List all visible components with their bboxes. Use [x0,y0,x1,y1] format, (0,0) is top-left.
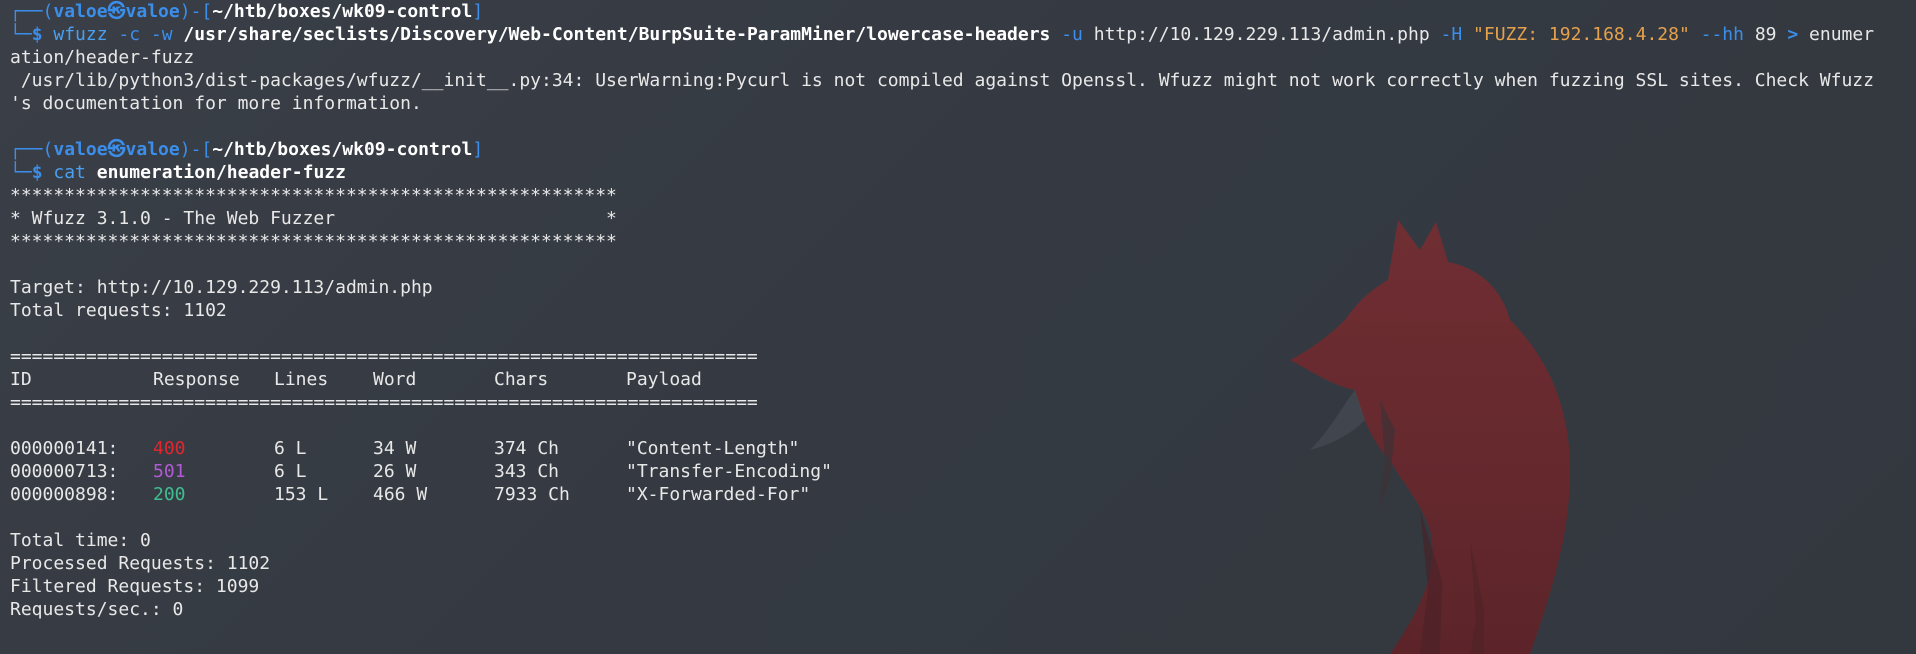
row-id: 000000898: [10,484,119,505]
table-separator-top: ========================================… [10,346,758,367]
command-binary: cat [53,162,86,183]
prompt-sep: )-[ [179,1,213,22]
col-word: Word [373,369,417,390]
summary-rate: Requests/sec.: 0 [10,599,184,620]
col-lines: Lines [274,369,329,390]
command-line-1: └─$ wfuzz -c -w /usr/share/seclists/Disc… [10,23,1874,46]
warning-line-1: /usr/lib/python3/dist-packages/wfuzz/__i… [10,70,1874,91]
prompt-corner: ┌──( [10,1,54,22]
banner-stars-top: ****************************************… [10,185,617,206]
row-response: 501 [153,461,186,482]
summary-filtered: Filtered Requests: 1099 [10,576,260,597]
command-file: enumeration/header-fuzz [96,162,346,183]
prompt-line-2: ┌──(valoe㉿valoe)-[~/htb/boxes/wk09-contr… [10,138,483,161]
command-url: http://10.129.229.113/admin.php [1093,24,1430,45]
prompt-dollar: $ [31,162,54,183]
command-flag-hh: --hh [1689,24,1755,45]
prompt-path: ~/htb/boxes/wk09-control [212,1,473,22]
col-chars: Chars [494,369,549,390]
prompt-skull-icon: ㉿ [107,139,126,160]
row-payload: "Transfer-Encoding" [626,461,832,482]
prompt-host: valoe [125,1,180,22]
row-response: 200 [153,484,186,505]
row-chars: 343 Ch [494,461,560,482]
command-wordlist: /usr/share/seclists/Discovery/Web-Conten… [183,24,1051,45]
warning-line-2: 's documentation for more information. [10,93,422,114]
command-redirect: > [1776,24,1810,45]
command-line-1-wrap: ation/header-fuzz [10,46,194,69]
summary-total-time: Total time: 0 [10,530,151,551]
row-word: 466 W [373,484,428,505]
row-payload: "Content-Length" [626,438,800,459]
prompt-user: valoe [53,1,108,22]
prompt-sep: )-[ [179,139,213,160]
command-flag-h: -H [1429,24,1474,45]
banner-stars-bottom: ****************************************… [10,231,617,252]
col-payload: Payload [626,369,702,390]
row-lines: 6 L [274,461,307,482]
prompt-line-1: ┌──(valoe㉿valoe)-[~/htb/boxes/wk09-contr… [10,0,483,23]
row-response: 400 [153,438,186,459]
row-word: 34 W [373,438,417,459]
row-word: 26 W [373,461,417,482]
row-payload: "X-Forwarded-For" [626,484,811,505]
command-outfile: enumer [1809,24,1875,45]
target-line: Target: http://10.129.229.113/admin.php [10,277,433,298]
command-outfile-wrap: ation/header-fuzz [10,47,195,68]
prompt-corner: ┌──( [10,139,54,160]
row-id: 000000141: [10,438,119,459]
banner-title: * Wfuzz 3.1.0 - The Web Fuzzer * [10,208,617,229]
prompt-close: ] [472,139,484,160]
row-lines: 153 L [274,484,329,505]
prompt-corner-bottom: └─ [10,162,32,183]
row-chars: 7933 Ch [494,484,570,505]
prompt-skull-icon: ㉿ [107,1,126,22]
command-binary: wfuzz [53,24,108,45]
prompt-user: valoe [53,139,108,160]
prompt-host: valoe [125,139,180,160]
table-separator-bottom: ========================================… [10,392,758,413]
terminal-window[interactable]: ┌──(valoe㉿valoe)-[~/htb/boxes/wk09-contr… [10,0,1910,654]
command-hh-value: 89 [1754,24,1777,45]
prompt-path: ~/htb/boxes/wk09-control [212,139,473,160]
col-response: Response [153,369,240,390]
summary-processed: Processed Requests: 1102 [10,553,271,574]
prompt-close: ] [472,1,484,22]
command-header: "FUZZ: 192.168.4.28" [1473,24,1690,45]
row-id: 000000713: [10,461,119,482]
total-requests-line: Total requests: 1102 [10,300,227,321]
prompt-dollar: $ [31,24,54,45]
prompt-corner-bottom: └─ [10,24,32,45]
command-line-2: └─$ cat enumeration/header-fuzz [10,161,346,184]
command-flags: -c -w [107,24,184,45]
row-chars: 374 Ch [494,438,560,459]
col-id: ID [10,369,32,390]
row-lines: 6 L [274,438,307,459]
command-flag-u: -u [1050,24,1094,45]
